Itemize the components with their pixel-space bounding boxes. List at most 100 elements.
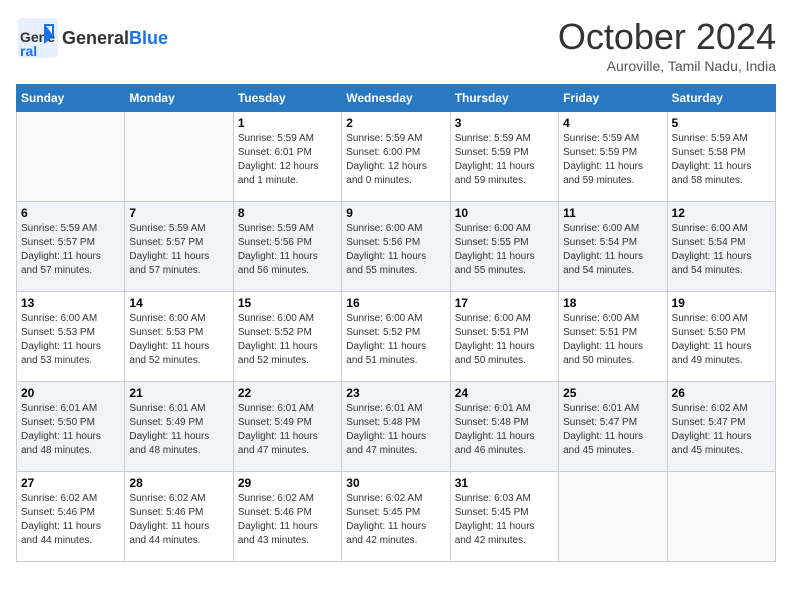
day-number: 6	[21, 206, 120, 220]
calendar-week-row: 1Sunrise: 5:59 AM Sunset: 6:01 PM Daylig…	[17, 112, 776, 202]
weekday-header-row: SundayMondayTuesdayWednesdayThursdayFrid…	[17, 85, 776, 112]
day-number: 4	[563, 116, 662, 130]
calendar-cell: 19 Sunrise: 6:00 AM Sunset: 5:50 PM Dayli…	[667, 292, 775, 382]
calendar-cell: 22Sunrise: 6:01 AM Sunset: 5:49 PM Dayli…	[233, 382, 341, 472]
weekday-header-saturday: Saturday	[667, 85, 775, 112]
day-number: 29	[238, 476, 337, 490]
day-number: 26	[672, 386, 771, 400]
day-info: Sunrise: 6:01 AM Sunset: 5:48 PM Dayligh…	[346, 402, 445, 458]
day-number: 2	[346, 116, 445, 130]
day-info: Sunrise: 6:00 AM Sunset: 5:52 PM Dayligh…	[238, 312, 337, 368]
day-number: 28	[129, 476, 228, 490]
day-info: Sunrise: 6:00 AM Sunset: 5:54 PM Dayligh…	[563, 222, 662, 278]
day-info: Sunrise: 6:01 AM Sunset: 5:47 PM Dayligh…	[563, 402, 662, 458]
calendar-cell: 23 Sunrise: 6:01 AM Sunset: 5:48 PM Dayli…	[342, 382, 450, 472]
weekday-header-wednesday: Wednesday	[342, 85, 450, 112]
day-info: Sunrise: 6:01 AM Sunset: 5:50 PM Dayligh…	[21, 402, 120, 458]
calendar-cell: 18 Sunrise: 6:00 AM Sunset: 5:51 PM Dayli…	[559, 292, 667, 382]
day-number: 21	[129, 386, 228, 400]
calendar-cell	[559, 472, 667, 562]
day-info: Sunrise: 6:00 AM Sunset: 5:54 PM Dayligh…	[672, 222, 771, 278]
day-number: 5	[672, 116, 771, 130]
calendar-cell: 26 Sunrise: 6:02 AM Sunset: 5:47 PM Dayli…	[667, 382, 775, 472]
calendar-cell: 16 Sunrise: 6:00 AM Sunset: 5:52 PM Dayli…	[342, 292, 450, 382]
day-info: Sunrise: 6:02 AM Sunset: 5:45 PM Dayligh…	[346, 492, 445, 548]
calendar-cell	[17, 112, 125, 202]
svg-text:ral: ral	[20, 43, 37, 59]
day-number: 13	[21, 296, 120, 310]
day-info: Sunrise: 6:00 AM Sunset: 5:52 PM Dayligh…	[346, 312, 445, 368]
location: Auroville, Tamil Nadu, India	[558, 58, 776, 74]
calendar-cell: 13 Sunrise: 6:00 AM Sunset: 5:53 PM Dayli…	[17, 292, 125, 382]
day-info: Sunrise: 6:00 AM Sunset: 5:51 PM Dayligh…	[563, 312, 662, 368]
calendar-cell: 30 Sunrise: 6:02 AM Sunset: 5:45 PM Dayli…	[342, 472, 450, 562]
calendar-cell: 11 Sunrise: 6:00 AM Sunset: 5:54 PM Dayli…	[559, 202, 667, 292]
weekday-header-thursday: Thursday	[450, 85, 558, 112]
day-info: Sunrise: 6:02 AM Sunset: 5:47 PM Dayligh…	[672, 402, 771, 458]
day-number: 11	[563, 206, 662, 220]
day-info: Sunrise: 6:00 AM Sunset: 5:50 PM Dayligh…	[672, 312, 771, 368]
weekday-header-monday: Monday	[125, 85, 233, 112]
day-number: 19	[672, 296, 771, 310]
calendar-cell: 1Sunrise: 5:59 AM Sunset: 6:01 PM Daylig…	[233, 112, 341, 202]
day-number: 22	[238, 386, 337, 400]
calendar-cell: 3Sunrise: 5:59 AM Sunset: 5:59 PM Daylig…	[450, 112, 558, 202]
day-info: Sunrise: 5:59 AM Sunset: 5:59 PM Dayligh…	[455, 132, 554, 188]
calendar-cell: 10 Sunrise: 6:00 AM Sunset: 5:55 PM Dayli…	[450, 202, 558, 292]
day-number: 14	[129, 296, 228, 310]
day-number: 12	[672, 206, 771, 220]
day-number: 10	[455, 206, 554, 220]
day-info: Sunrise: 5:59 AM Sunset: 6:01 PM Dayligh…	[238, 132, 337, 188]
calendar-cell: 2 Sunrise: 5:59 AM Sunset: 6:00 PM Daylig…	[342, 112, 450, 202]
day-info: Sunrise: 5:59 AM Sunset: 5:59 PM Dayligh…	[563, 132, 662, 188]
calendar-week-row: 13 Sunrise: 6:00 AM Sunset: 5:53 PM Dayli…	[17, 292, 776, 382]
day-info: Sunrise: 6:02 AM Sunset: 5:46 PM Dayligh…	[21, 492, 120, 548]
day-info: Sunrise: 6:02 AM Sunset: 5:46 PM Dayligh…	[238, 492, 337, 548]
page-header: Gene ral GeneralBlue October 2024 Aurovi…	[16, 16, 776, 74]
day-number: 8	[238, 206, 337, 220]
calendar-cell: 25 Sunrise: 6:01 AM Sunset: 5:47 PM Dayli…	[559, 382, 667, 472]
day-number: 9	[346, 206, 445, 220]
day-info: Sunrise: 5:59 AM Sunset: 5:56 PM Dayligh…	[238, 222, 337, 278]
day-number: 16	[346, 296, 445, 310]
day-info: Sunrise: 5:59 AM Sunset: 5:57 PM Dayligh…	[129, 222, 228, 278]
calendar-cell: 8 Sunrise: 5:59 AM Sunset: 5:56 PM Daylig…	[233, 202, 341, 292]
day-number: 17	[455, 296, 554, 310]
day-info: Sunrise: 6:00 AM Sunset: 5:55 PM Dayligh…	[455, 222, 554, 278]
calendar-cell: 24 Sunrise: 6:01 AM Sunset: 5:48 PM Dayli…	[450, 382, 558, 472]
day-number: 25	[563, 386, 662, 400]
day-number: 24	[455, 386, 554, 400]
day-info: Sunrise: 5:59 AM Sunset: 5:57 PM Dayligh…	[21, 222, 120, 278]
calendar-cell: 29 Sunrise: 6:02 AM Sunset: 5:46 PM Dayli…	[233, 472, 341, 562]
calendar-cell: 15 Sunrise: 6:00 AM Sunset: 5:52 PM Dayli…	[233, 292, 341, 382]
day-info: Sunrise: 5:59 AM Sunset: 5:58 PM Dayligh…	[672, 132, 771, 188]
day-number: 30	[346, 476, 445, 490]
weekday-header-tuesday: Tuesday	[233, 85, 341, 112]
day-number: 18	[563, 296, 662, 310]
day-number: 15	[238, 296, 337, 310]
day-info: Sunrise: 6:01 AM Sunset: 5:48 PM Dayligh…	[455, 402, 554, 458]
logo-general: General	[62, 28, 129, 48]
calendar-cell	[667, 472, 775, 562]
calendar-cell: 17Sunrise: 6:00 AM Sunset: 5:51 PM Dayli…	[450, 292, 558, 382]
calendar-cell: 9 Sunrise: 6:00 AM Sunset: 5:56 PM Daylig…	[342, 202, 450, 292]
day-info: Sunrise: 6:01 AM Sunset: 5:49 PM Dayligh…	[129, 402, 228, 458]
day-info: Sunrise: 6:00 AM Sunset: 5:53 PM Dayligh…	[21, 312, 120, 368]
day-info: Sunrise: 6:00 AM Sunset: 5:56 PM Dayligh…	[346, 222, 445, 278]
logo: Gene ral GeneralBlue	[16, 16, 168, 60]
calendar-table: SundayMondayTuesdayWednesdayThursdayFrid…	[16, 84, 776, 562]
calendar-week-row: 6 Sunrise: 5:59 AM Sunset: 5:57 PM Daylig…	[17, 202, 776, 292]
weekday-header-sunday: Sunday	[17, 85, 125, 112]
day-info: Sunrise: 5:59 AM Sunset: 6:00 PM Dayligh…	[346, 132, 445, 188]
calendar-week-row: 27 Sunrise: 6:02 AM Sunset: 5:46 PM Dayli…	[17, 472, 776, 562]
weekday-header-friday: Friday	[559, 85, 667, 112]
calendar-cell: 27 Sunrise: 6:02 AM Sunset: 5:46 PM Dayli…	[17, 472, 125, 562]
calendar-cell: 4 Sunrise: 5:59 AM Sunset: 5:59 PM Daylig…	[559, 112, 667, 202]
calendar-week-row: 20Sunrise: 6:01 AM Sunset: 5:50 PM Dayli…	[17, 382, 776, 472]
calendar-cell: 21 Sunrise: 6:01 AM Sunset: 5:49 PM Dayli…	[125, 382, 233, 472]
day-info: Sunrise: 6:03 AM Sunset: 5:45 PM Dayligh…	[455, 492, 554, 548]
calendar-cell: 31Sunrise: 6:03 AM Sunset: 5:45 PM Dayli…	[450, 472, 558, 562]
day-number: 23	[346, 386, 445, 400]
day-number: 27	[21, 476, 120, 490]
calendar-cell	[125, 112, 233, 202]
